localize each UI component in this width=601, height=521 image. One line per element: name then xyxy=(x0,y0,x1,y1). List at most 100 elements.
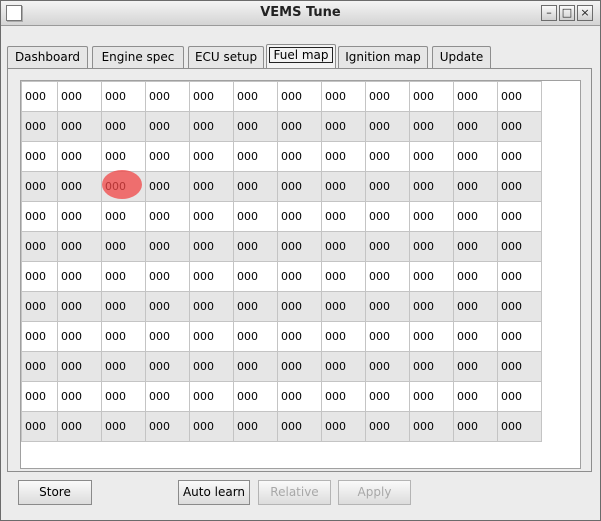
fuel-map-cell[interactable]: 000 xyxy=(365,261,410,292)
fuel-map-cell[interactable]: 000 xyxy=(321,291,366,322)
fuel-map-cell[interactable]: 000 xyxy=(189,291,234,322)
fuel-map-cell[interactable]: 000 xyxy=(409,81,454,112)
fuel-map-cell[interactable]: 000 xyxy=(365,81,410,112)
fuel-map-cell[interactable]: 000 xyxy=(277,201,322,232)
fuel-map-cell[interactable]: 000 xyxy=(21,111,58,142)
tab-update[interactable]: Update xyxy=(432,46,491,68)
fuel-map-cell[interactable]: 000 xyxy=(365,111,410,142)
apply-button[interactable]: Apply xyxy=(338,480,411,505)
fuel-map-cell[interactable]: 000 xyxy=(57,81,102,112)
fuel-map-cell[interactable]: 000 xyxy=(453,231,498,262)
fuel-map-cell[interactable]: 000 xyxy=(409,291,454,322)
fuel-map-cell[interactable]: 000 xyxy=(189,201,234,232)
fuel-map-cell[interactable]: 000 xyxy=(453,111,498,142)
fuel-map-cell[interactable]: 000 xyxy=(497,321,542,352)
fuel-map-cell[interactable]: 000 xyxy=(497,81,542,112)
fuel-map-cell[interactable]: 000 xyxy=(145,411,190,442)
fuel-map-cell[interactable]: 000 xyxy=(57,411,102,442)
maximize-button[interactable]: □ xyxy=(559,5,575,21)
fuel-map-cell[interactable]: 000 xyxy=(57,111,102,142)
fuel-map-cell[interactable]: 000 xyxy=(321,351,366,382)
fuel-map-cell[interactable]: 000 xyxy=(365,141,410,172)
fuel-map-cell[interactable]: 000 xyxy=(21,351,58,382)
fuel-map-cell[interactable]: 000 xyxy=(321,201,366,232)
fuel-map-cell[interactable]: 000 xyxy=(233,351,278,382)
fuel-map-cell[interactable]: 000 xyxy=(101,351,146,382)
fuel-map-cell[interactable]: 000 xyxy=(57,291,102,322)
fuel-map-cell[interactable]: 000 xyxy=(101,381,146,412)
fuel-map-cell[interactable]: 000 xyxy=(277,111,322,142)
fuel-map-cell[interactable]: 000 xyxy=(233,411,278,442)
fuel-map-cell[interactable]: 000 xyxy=(233,81,278,112)
fuel-map-cell[interactable]: 000 xyxy=(453,411,498,442)
fuel-map-cell[interactable]: 000 xyxy=(277,321,322,352)
fuel-map-cell[interactable]: 000 xyxy=(21,411,58,442)
fuel-map-cell[interactable]: 000 xyxy=(365,231,410,262)
fuel-map-cell[interactable]: 000 xyxy=(21,81,58,112)
tab-dashboard[interactable]: Dashboard xyxy=(7,46,88,68)
fuel-map-cell[interactable]: 000 xyxy=(57,261,102,292)
tab-ecu-setup[interactable]: ECU setup xyxy=(188,46,264,68)
fuel-map-cell[interactable]: 000 xyxy=(453,81,498,112)
fuel-map-cell[interactable]: 000 xyxy=(189,381,234,412)
fuel-map-cell[interactable]: 000 xyxy=(365,321,410,352)
fuel-map-cell[interactable]: 000 xyxy=(497,141,542,172)
tab-ignition-map[interactable]: Ignition map xyxy=(338,46,428,68)
fuel-map-cell[interactable]: 000 xyxy=(145,321,190,352)
fuel-map-cell[interactable]: 000 xyxy=(189,141,234,172)
fuel-map-cell[interactable]: 000 xyxy=(189,261,234,292)
fuel-map-cell[interactable]: 000 xyxy=(233,261,278,292)
fuel-map-cell[interactable]: 000 xyxy=(233,291,278,322)
fuel-map-cell[interactable]: 000 xyxy=(189,81,234,112)
fuel-map-cell[interactable]: 000 xyxy=(453,351,498,382)
fuel-map-cell[interactable]: 000 xyxy=(453,141,498,172)
fuel-map-cell[interactable]: 000 xyxy=(497,171,542,202)
fuel-map-cell[interactable]: 000 xyxy=(57,201,102,232)
fuel-map-cell[interactable]: 000 xyxy=(189,171,234,202)
fuel-map-cell[interactable]: 000 xyxy=(189,231,234,262)
fuel-map-cell[interactable]: 000 xyxy=(365,381,410,412)
fuel-map-cell[interactable]: 000 xyxy=(57,231,102,262)
fuel-map-cell[interactable]: 000 xyxy=(21,291,58,322)
fuel-map-cell[interactable]: 000 xyxy=(321,381,366,412)
fuel-map-cell[interactable]: 000 xyxy=(497,351,542,382)
fuel-map-cell[interactable]: 000 xyxy=(233,111,278,142)
fuel-map-cell[interactable]: 000 xyxy=(189,351,234,382)
fuel-map-cell[interactable]: 000 xyxy=(21,201,58,232)
fuel-map-cell[interactable]: 000 xyxy=(497,111,542,142)
fuel-map-cell[interactable]: 000 xyxy=(21,321,58,352)
fuel-map-cell[interactable]: 000 xyxy=(409,381,454,412)
fuel-map-cell[interactable]: 000 xyxy=(453,171,498,202)
fuel-map-cell[interactable]: 000 xyxy=(453,321,498,352)
relative-button[interactable]: Relative xyxy=(258,480,331,505)
fuel-map-cell[interactable]: 000 xyxy=(145,231,190,262)
fuel-map-cell[interactable]: 000 xyxy=(57,141,102,172)
fuel-map-cell[interactable]: 000 xyxy=(101,411,146,442)
fuel-map-cell[interactable]: 000 xyxy=(365,351,410,382)
fuel-map-cell[interactable]: 000 xyxy=(497,411,542,442)
fuel-map-cell[interactable]: 000 xyxy=(101,111,146,142)
fuel-map-cell[interactable]: 000 xyxy=(233,321,278,352)
fuel-map-cell[interactable]: 000 xyxy=(453,381,498,412)
fuel-map-cell[interactable]: 000 xyxy=(145,261,190,292)
fuel-map-cell[interactable]: 000 xyxy=(321,111,366,142)
fuel-map-cell[interactable]: 000 xyxy=(21,171,58,202)
fuel-map-cell[interactable]: 000 xyxy=(497,201,542,232)
fuel-map-cell[interactable]: 000 xyxy=(57,381,102,412)
fuel-map-cell[interactable]: 000 xyxy=(233,231,278,262)
fuel-map-cell[interactable]: 000 xyxy=(101,81,146,112)
fuel-map-cell[interactable]: 000 xyxy=(409,171,454,202)
fuel-map-cell[interactable]: 000 xyxy=(277,141,322,172)
fuel-map-cell[interactable]: 000 xyxy=(453,261,498,292)
fuel-map-cell[interactable]: 000 xyxy=(321,261,366,292)
fuel-map-cell[interactable]: 000 xyxy=(145,81,190,112)
fuel-map-cell[interactable]: 000 xyxy=(277,261,322,292)
fuel-map-cell[interactable]: 000 xyxy=(101,141,146,172)
tab-fuel-map[interactable]: Fuel map xyxy=(266,44,336,68)
fuel-map-cell[interactable]: 000 xyxy=(21,261,58,292)
fuel-map-cell[interactable]: 000 xyxy=(365,411,410,442)
minimize-button[interactable]: – xyxy=(541,5,557,21)
fuel-map-cell[interactable]: 000 xyxy=(277,411,322,442)
fuel-map-cell[interactable]: 000 xyxy=(145,201,190,232)
fuel-map-cell[interactable]: 000 xyxy=(57,351,102,382)
